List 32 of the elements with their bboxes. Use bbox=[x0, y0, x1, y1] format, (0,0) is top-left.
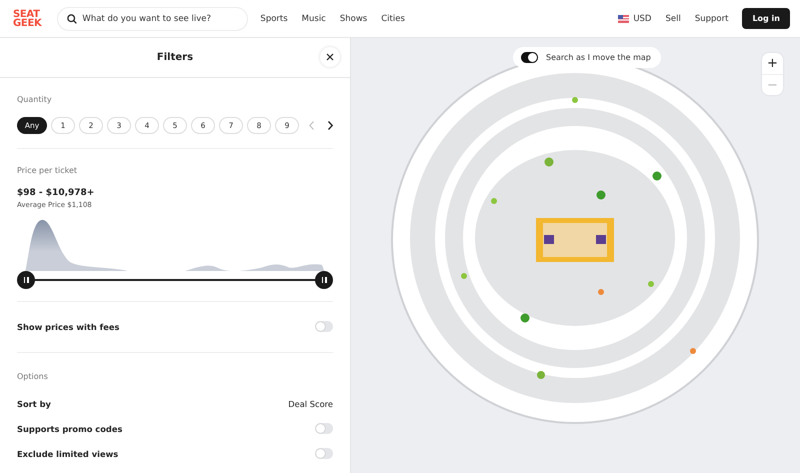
slider-handle[interactable] bbox=[17, 271, 35, 289]
nav-link[interactable]: Sports bbox=[260, 14, 288, 24]
flag-icon bbox=[618, 14, 630, 22]
toggle-switch[interactable] bbox=[315, 448, 333, 459]
currency-selector[interactable]: USD bbox=[633, 14, 652, 24]
section-label: Quantity bbox=[17, 95, 53, 104]
close-icon bbox=[326, 53, 334, 61]
setting-label: Supports promo codes bbox=[17, 424, 122, 434]
sort-selector[interactable]: Deal Score bbox=[288, 398, 333, 408]
section-label: Options bbox=[17, 352, 333, 381]
toggle-switch[interactable] bbox=[521, 52, 538, 63]
search-field[interactable]: What do you want to see live? bbox=[57, 6, 248, 30]
setting-label: Show prices with fees bbox=[17, 322, 120, 332]
price-range: $98 - $10,978+ bbox=[17, 188, 96, 198]
panel-title: Filters bbox=[156, 52, 194, 63]
login-button[interactable]: Log in bbox=[742, 8, 790, 29]
toggle-label: Search as I move the map bbox=[546, 53, 651, 62]
close-button[interactable] bbox=[320, 47, 340, 67]
nav-link[interactable]: Support bbox=[694, 14, 728, 24]
setting-label: Sort by bbox=[17, 398, 51, 408]
toggle-switch[interactable] bbox=[315, 321, 333, 332]
slider-handle[interactable] bbox=[315, 271, 333, 289]
nav-link[interactable]: Shows bbox=[340, 14, 368, 24]
setting-label: Exclude limited views bbox=[17, 448, 118, 458]
toggle-switch[interactable] bbox=[315, 423, 333, 434]
zoom-in-button[interactable]: + bbox=[762, 53, 783, 74]
nav-link[interactable]: Sell bbox=[665, 14, 681, 24]
chevron-right-icon[interactable] bbox=[328, 121, 333, 130]
logo[interactable]: SEAT GEEK bbox=[13, 10, 42, 28]
nav-link[interactable]: Music bbox=[302, 14, 326, 24]
section-label: Price per ticket bbox=[17, 166, 78, 175]
nav-link[interactable]: Cities bbox=[381, 14, 405, 24]
